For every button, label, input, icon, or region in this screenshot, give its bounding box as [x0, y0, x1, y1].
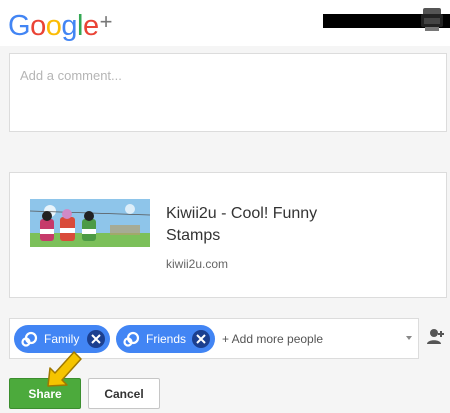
- chevron-down-icon[interactable]: [406, 336, 412, 340]
- chip-family[interactable]: Family: [14, 325, 110, 353]
- circles-icon: [123, 331, 140, 347]
- google-plus-logo[interactable]: Google+: [8, 5, 112, 43]
- link-domain: kiwii2u.com: [166, 257, 229, 271]
- remove-friends-button[interactable]: [192, 330, 210, 348]
- account-icon[interactable]: [420, 7, 444, 33]
- link-title[interactable]: Kiwii2u - Cool! Funny Stamps: [166, 203, 366, 247]
- logo-letter: o: [45, 10, 62, 42]
- share-button[interactable]: Share: [9, 378, 81, 409]
- logo-plus: +: [99, 9, 113, 34]
- remove-family-button[interactable]: [87, 330, 105, 348]
- chip-label: Family: [44, 332, 80, 346]
- chip-label: Friends: [146, 332, 187, 346]
- logo-letter: G: [8, 10, 31, 42]
- close-icon: [91, 334, 101, 344]
- add-more-people-input[interactable]: + Add more people: [222, 332, 323, 346]
- chip-friends[interactable]: Friends: [116, 325, 215, 353]
- comment-box[interactable]: [9, 53, 447, 132]
- cancel-button[interactable]: Cancel: [88, 378, 160, 409]
- logo-letter: e: [82, 10, 99, 42]
- close-icon: [196, 334, 206, 344]
- link-preview-card[interactable]: Kiwii2u - Cool! Funny Stamps kiwii2u.com: [9, 172, 447, 298]
- share-with-field[interactable]: Family Friends + Add more people: [9, 318, 419, 359]
- logo-letter: g: [61, 10, 77, 42]
- header: Google+: [0, 0, 450, 46]
- comment-input[interactable]: [20, 64, 430, 86]
- circles-icon: [21, 331, 38, 347]
- logo-text: Google: [8, 10, 99, 42]
- link-thumbnail-image[interactable]: [30, 199, 150, 247]
- logo-letter: o: [30, 10, 46, 42]
- add-person-icon[interactable]: [426, 327, 446, 347]
